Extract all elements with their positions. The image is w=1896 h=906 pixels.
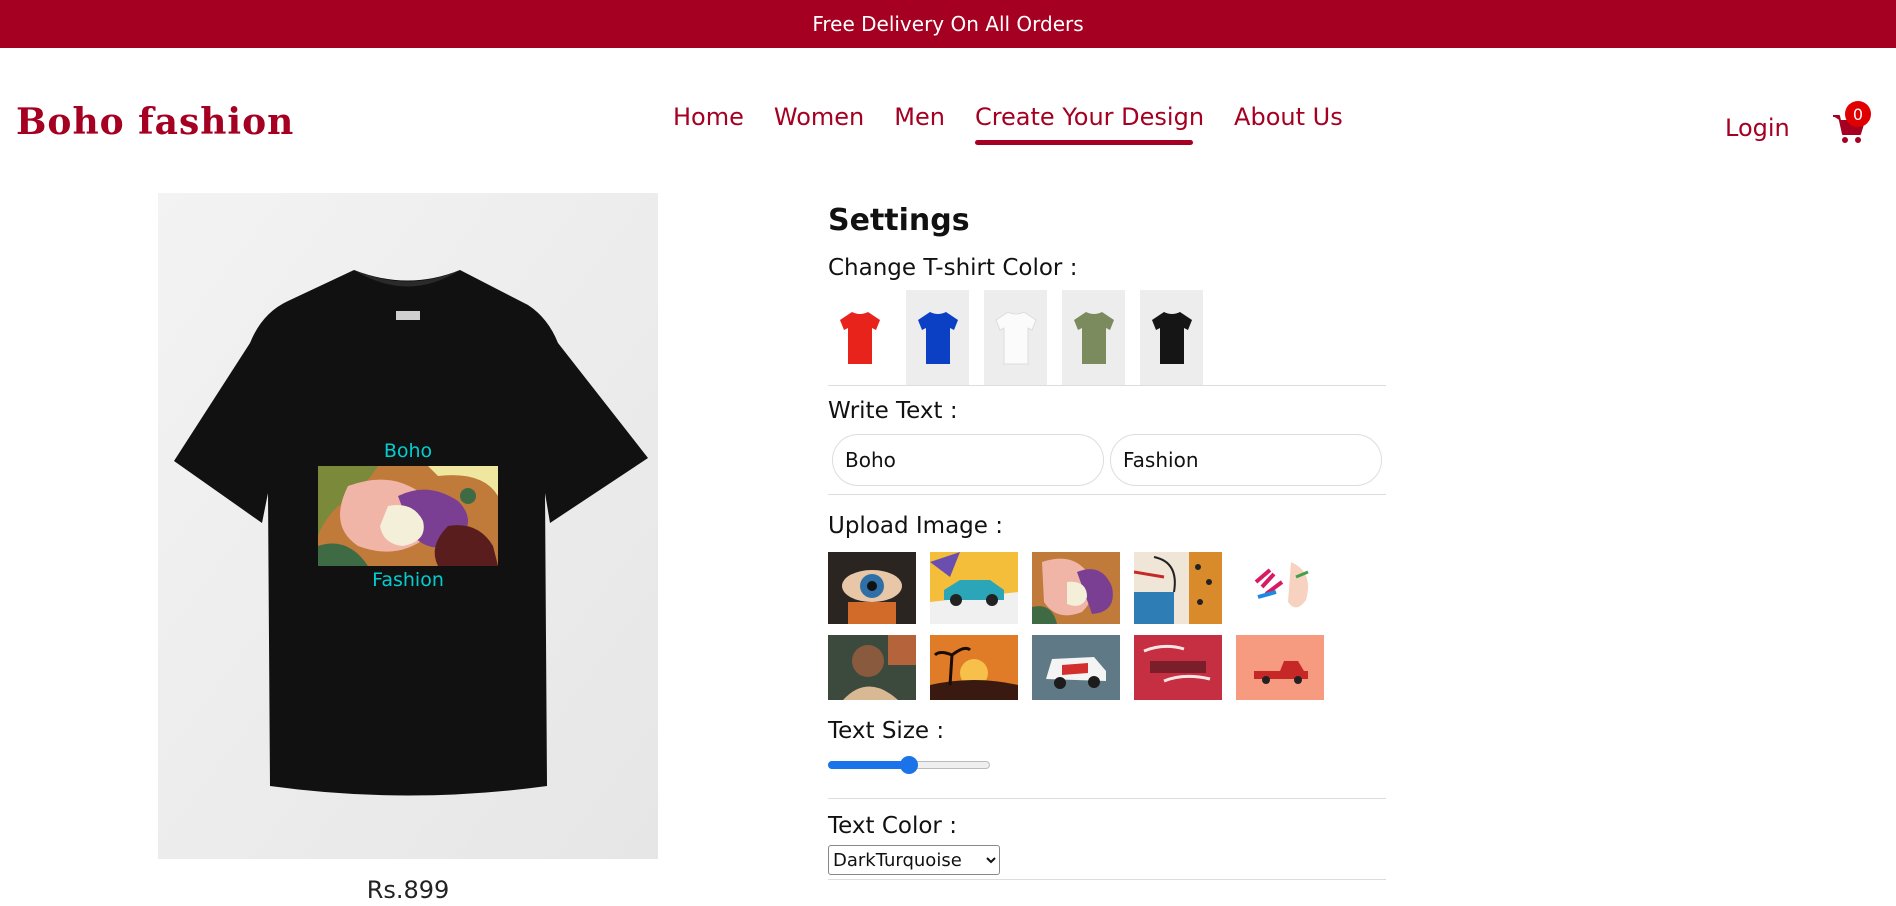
nav-women[interactable]: Women: [774, 103, 864, 131]
divider: [828, 385, 1386, 386]
top-text-input[interactable]: [832, 434, 1104, 486]
settings-panel: Settings Change T-shirt Color : Write Te…: [828, 203, 1386, 880]
text-size-slider[interactable]: [828, 756, 990, 774]
slider-knob[interactable]: [900, 756, 918, 774]
image-gallery: [828, 552, 1386, 700]
nav-men[interactable]: Men: [894, 103, 945, 131]
login-link[interactable]: Login: [1725, 114, 1790, 142]
promo-banner: Free Delivery On All Orders: [0, 0, 1896, 48]
color-swatches: [828, 290, 1386, 385]
divider: [828, 879, 1386, 880]
image-option-face-pattern[interactable]: [1134, 552, 1222, 624]
text-label: Write Text :: [828, 398, 958, 424]
cart-count-badge: 0: [1845, 101, 1871, 127]
image-option-red-truck[interactable]: [1236, 635, 1324, 700]
divider: [828, 494, 1386, 495]
image-option-abstract[interactable]: [1032, 552, 1120, 624]
color-swatch-black[interactable]: [1140, 290, 1203, 385]
image-option-van[interactable]: [1032, 635, 1120, 700]
text-size-label: Text Size :: [828, 718, 945, 744]
product-price: Rs.899: [366, 876, 450, 904]
text-color-select[interactable]: DarkTurquoise: [828, 845, 1000, 875]
nav-home[interactable]: Home: [673, 103, 744, 131]
image-option-eye[interactable]: [828, 552, 916, 624]
tshirt-icon: [917, 311, 958, 364]
bottom-text-input[interactable]: [1110, 434, 1382, 486]
preview-top-text: Boho: [383, 440, 433, 462]
slider-fill: [828, 761, 909, 769]
promo-banner-text: Free Delivery On All Orders: [812, 12, 1084, 36]
text-inputs: [832, 434, 1386, 486]
image-option-enjoy-the-ride[interactable]: [1134, 635, 1222, 700]
color-swatch-blue[interactable]: [906, 290, 969, 385]
image-option-sunset-tree[interactable]: [930, 635, 1018, 700]
image-option-brush-face[interactable]: [1236, 552, 1324, 624]
tshirt-icon: [839, 311, 880, 364]
image-option-car[interactable]: [930, 552, 1018, 624]
color-swatch-white[interactable]: [984, 290, 1047, 385]
color-swatch-red[interactable]: [828, 290, 891, 385]
image-label: Upload Image :: [828, 513, 1003, 539]
brand-logo[interactable]: Boho fashion: [16, 101, 294, 143]
color-swatch-olive[interactable]: [1062, 290, 1125, 385]
settings-title: Settings: [828, 203, 970, 238]
nav-about-us[interactable]: About Us: [1234, 103, 1343, 131]
text-color-label: Text Color :: [828, 813, 957, 839]
image-option-portrait[interactable]: [828, 635, 916, 700]
tshirt-icon: [1073, 311, 1114, 364]
tshirt-preview: Boho Fashion: [158, 193, 658, 859]
tshirt-icon: [1151, 311, 1192, 364]
color-label: Change T-shirt Color :: [828, 255, 1078, 281]
nav-create-your-design[interactable]: Create Your Design: [974, 103, 1204, 145]
preview-print-art: [318, 466, 498, 566]
preview-bottom-text: Fashion: [372, 569, 444, 591]
main-nav: Home Women Men Create Your Design About …: [673, 103, 1343, 145]
tshirt-icon: [994, 310, 1037, 364]
divider: [828, 798, 1386, 799]
